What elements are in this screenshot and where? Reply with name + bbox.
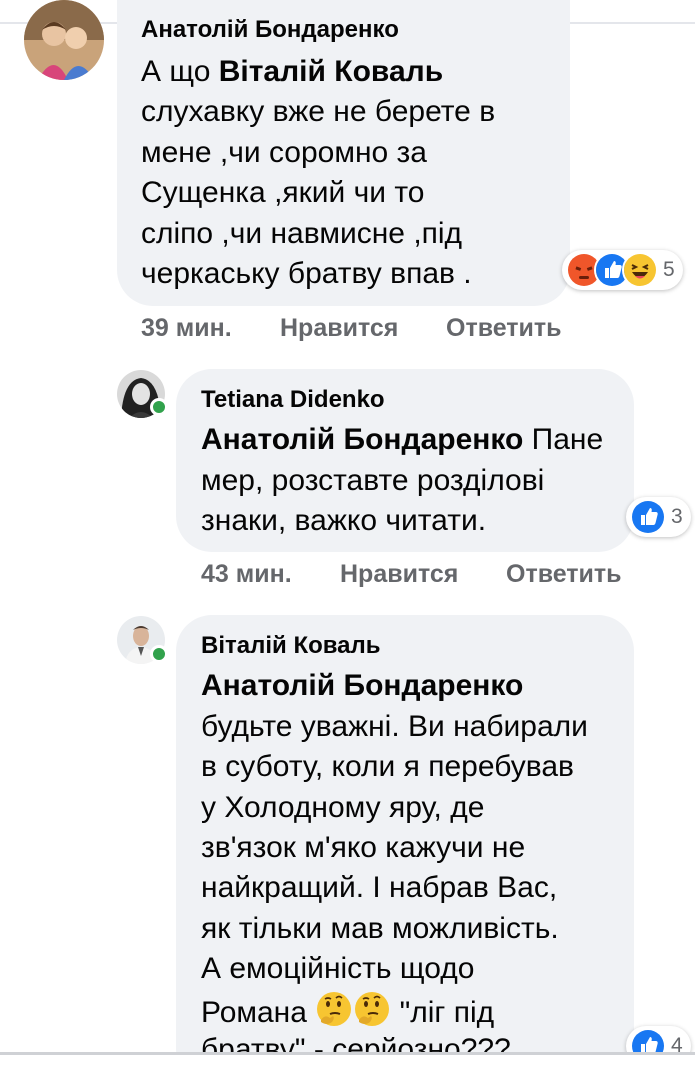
haha-icon <box>622 252 658 288</box>
like-link[interactable]: Нравится <box>280 314 398 343</box>
reply-link[interactable]: Ответить <box>506 560 622 589</box>
thinking-face-icon <box>353 990 391 1028</box>
comment-author-3[interactable]: Віталій Коваль <box>201 632 381 660</box>
comment-author-1[interactable]: Анатолій Бондаренко <box>141 16 399 44</box>
reaction-summary-2[interactable]: 3 <box>626 497 691 537</box>
comment-text-line: як тільки мав можливість. <box>201 912 559 945</box>
online-status-icon <box>150 645 168 663</box>
reaction-summary-1[interactable]: 5 <box>562 250 683 290</box>
comment-author-2[interactable]: Tetiana Didenko <box>201 386 385 414</box>
comment-text-line: найкращий. І набрав Вас, <box>201 871 558 904</box>
thinking-face-icon <box>315 990 353 1028</box>
like-link[interactable]: Нравится <box>340 560 458 589</box>
comment-text-line: будьте уважні. Ви набирали <box>201 710 588 743</box>
comment-text-line: в суботу, коли я перебував <box>201 750 574 783</box>
mention-vitalii[interactable]: Віталій Коваль <box>219 55 443 88</box>
comment-text-line: А емоційність щодо <box>201 952 475 985</box>
reply-link[interactable]: Ответить <box>446 314 562 343</box>
mention-anatolii[interactable]: Анатолій Бондаренко <box>201 423 523 456</box>
comment-thread: Анатолій Бондаренко А що Віталій Коваль … <box>0 0 695 1065</box>
comment-text-line: Анатолій Бондаренко Пане <box>201 420 603 460</box>
comment-timestamp[interactable]: 39 мин. <box>141 314 232 343</box>
comment-text-line: А що Віталій Коваль <box>141 52 443 92</box>
text-segment: Пане <box>523 423 604 456</box>
text-segment: Романа <box>201 996 316 1029</box>
reaction-count: 3 <box>671 505 683 528</box>
text-segment: "ліг під <box>391 996 495 1029</box>
comment-text-line: мене ,чи соромно за <box>141 136 427 169</box>
avatar-anatolii[interactable] <box>24 0 104 80</box>
avatar-photo <box>24 0 104 80</box>
online-status-icon <box>150 398 168 416</box>
like-icon <box>630 499 666 535</box>
reaction-count: 5 <box>663 258 675 281</box>
comment-text-line: черкаську братву впав . <box>141 257 472 290</box>
comment-text-line: Романа "ліг під <box>201 990 494 1033</box>
comment-text-line: сліпо ,чи навмисне ,під <box>141 217 463 250</box>
comment-text-line: мер, розставте розділові <box>201 464 545 497</box>
bottom-area <box>0 1055 695 1065</box>
comment-text-line: зв'язок м'яко кажучи не <box>201 831 526 864</box>
mention-anatolii[interactable]: Анатолій Бондаренко <box>201 666 523 706</box>
text-segment: А що <box>141 55 219 88</box>
comment-text-line: слухавку вже не берете в <box>141 95 496 128</box>
comment-text-line: Сущенка ,який чи то <box>141 176 425 209</box>
comment-timestamp[interactable]: 43 мин. <box>201 560 292 589</box>
comment-text-line: знаки, важко читати. <box>201 504 487 537</box>
comment-text-line: у Холодному яру, де <box>201 791 485 824</box>
